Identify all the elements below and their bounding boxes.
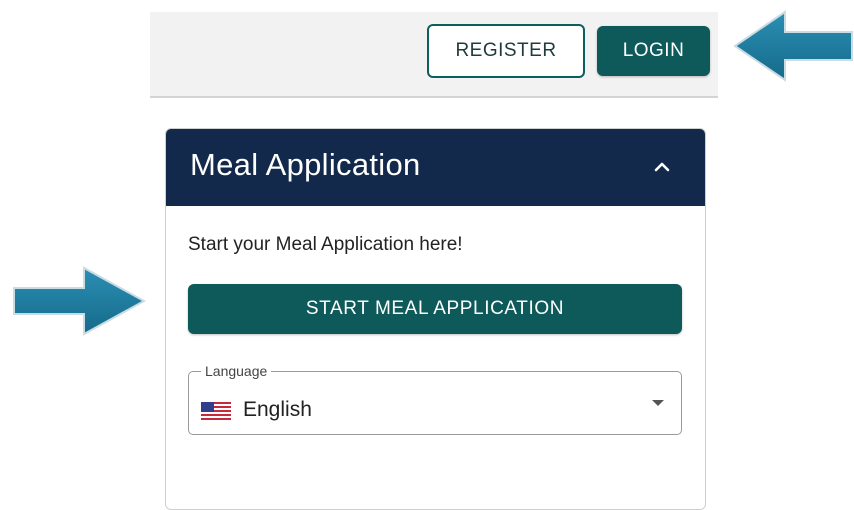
us-flag-icon <box>201 402 231 420</box>
start-meal-application-button[interactable]: START MEAL APPLICATION <box>188 284 682 334</box>
language-selected-value: English <box>243 398 312 421</box>
top-header-bar: REGISTER LOGIN <box>150 12 718 98</box>
card-title: Meal Application <box>190 147 421 182</box>
chevron-up-icon[interactable] <box>650 155 674 179</box>
meal-application-card: Meal Application Start your Meal Applica… <box>165 128 706 510</box>
language-select[interactable]: Language English <box>188 363 682 435</box>
language-label: Language <box>201 363 272 379</box>
caret-down-icon[interactable] <box>651 398 665 408</box>
register-button[interactable]: REGISTER <box>427 24 585 78</box>
arrow-pointing-left-icon <box>733 10 853 82</box>
login-button[interactable]: LOGIN <box>597 26 710 76</box>
arrow-pointing-right-icon <box>13 266 146 336</box>
intro-text: Start your Meal Application here! <box>188 234 463 255</box>
card-header[interactable]: Meal Application <box>166 129 705 206</box>
